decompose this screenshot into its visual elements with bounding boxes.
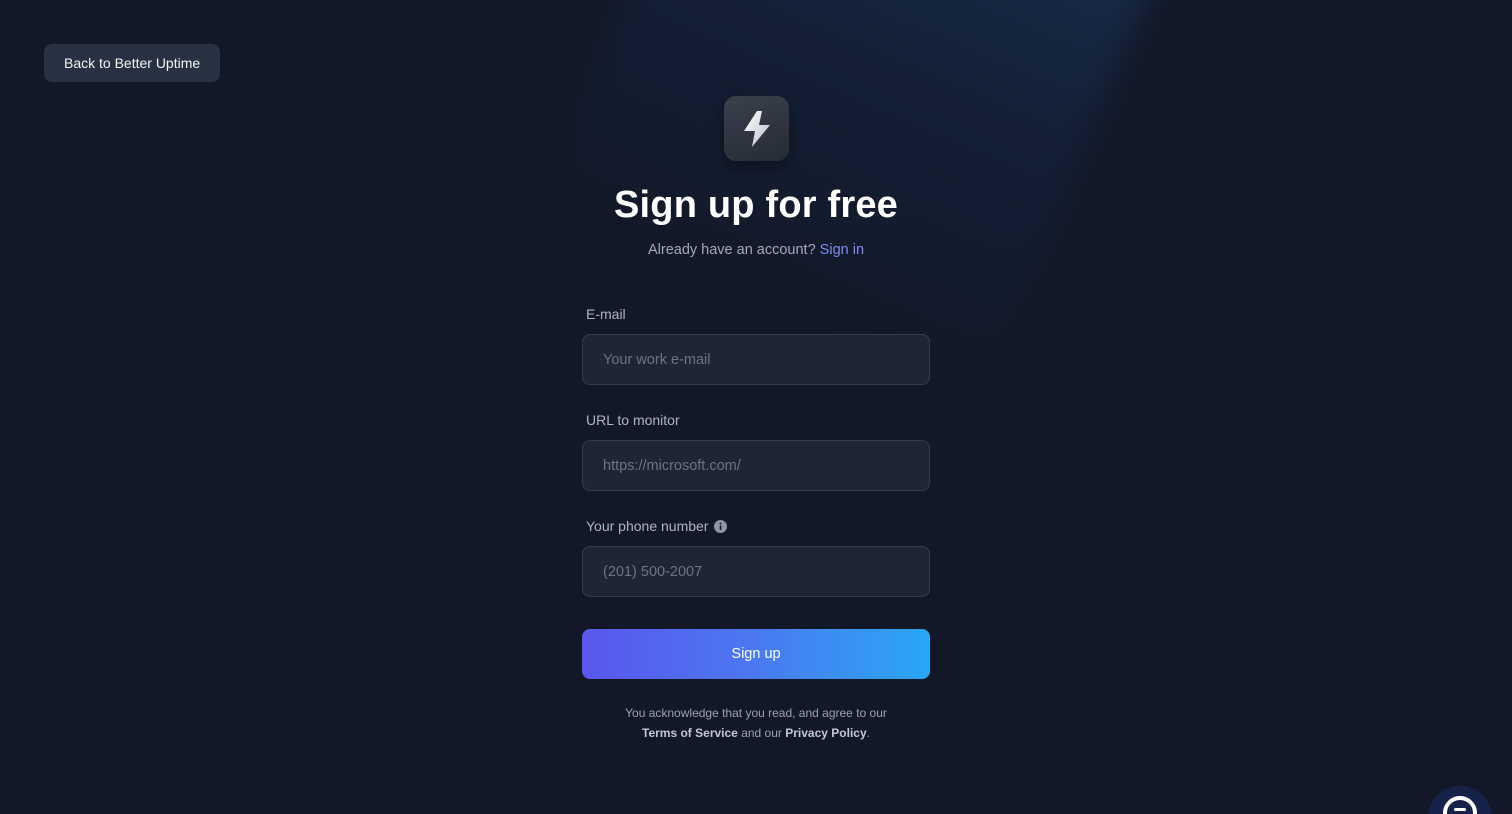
back-button-label: Back to Better Uptime — [64, 55, 201, 71]
signin-prompt-text: Already have an account? — [647, 242, 816, 258]
legal-and-text: and our — [741, 726, 782, 740]
url-field[interactable] — [582, 440, 930, 491]
phone-field[interactable] — [582, 546, 930, 597]
privacy-link[interactable]: Privacy Policy — [785, 726, 866, 740]
lightning-bolt-icon — [743, 110, 770, 147]
terms-link[interactable]: Terms of Service — [642, 726, 738, 740]
chat-widget-button[interactable] — [1428, 786, 1492, 814]
phone-label: Your phone number — [582, 512, 930, 540]
legal-period: . — [866, 726, 870, 740]
signin-link[interactable]: Sign in — [820, 242, 864, 258]
back-to-site-button[interactable]: Back to Better Uptime — [44, 44, 221, 82]
url-label: URL to monitor — [582, 406, 930, 434]
info-icon[interactable] — [714, 519, 728, 533]
legal-line-2: Terms of Service and our Privacy Policy. — [0, 723, 1512, 743]
chat-bubble-icon — [1443, 796, 1477, 814]
url-group: URL to monitor — [582, 406, 930, 491]
signin-prompt: Already have an account? Sign in — [0, 242, 1512, 258]
signup-button[interactable]: Sign up — [582, 629, 930, 679]
email-label-text: E-mail — [586, 306, 626, 322]
phone-label-text: Your phone number — [586, 518, 709, 534]
logo-tile — [724, 96, 789, 161]
page-title: Sign up for free — [614, 184, 898, 226]
email-label: E-mail — [582, 300, 930, 328]
legal-line-1: You acknowledge that you read, and agree… — [625, 706, 887, 720]
email-field[interactable] — [582, 334, 930, 385]
email-group: E-mail — [582, 300, 930, 385]
phone-group: Your phone number — [582, 512, 930, 597]
signup-form: E-mail URL to monitor Your phone number … — [582, 300, 930, 679]
legal-notice: You acknowledge that you read, and agree… — [0, 703, 1512, 743]
url-label-text: URL to monitor — [586, 412, 680, 428]
